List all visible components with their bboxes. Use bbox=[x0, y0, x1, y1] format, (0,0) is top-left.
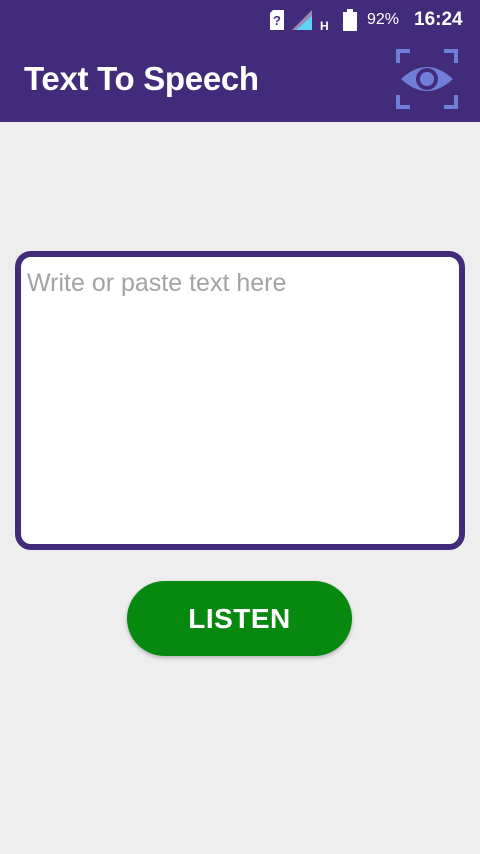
sim-unknown-icon: ? bbox=[270, 0, 284, 40]
app-bar: Text To Speech bbox=[0, 40, 480, 122]
text-input[interactable] bbox=[21, 257, 459, 544]
battery-icon bbox=[343, 0, 357, 40]
eye-scan-button[interactable] bbox=[394, 47, 460, 111]
app-title: Text To Speech bbox=[24, 60, 259, 97]
eye-scan-icon bbox=[396, 49, 458, 109]
status-bar: ? H 92% 16:24 bbox=[0, 0, 480, 40]
cell-signal-icon bbox=[292, 0, 312, 40]
text-input-box bbox=[15, 251, 465, 550]
battery-percent: 92% bbox=[367, 11, 400, 28]
listen-button[interactable]: LISTEN bbox=[127, 581, 352, 656]
clock: 16:24 bbox=[414, 9, 463, 30]
svg-text:?: ? bbox=[273, 13, 281, 28]
